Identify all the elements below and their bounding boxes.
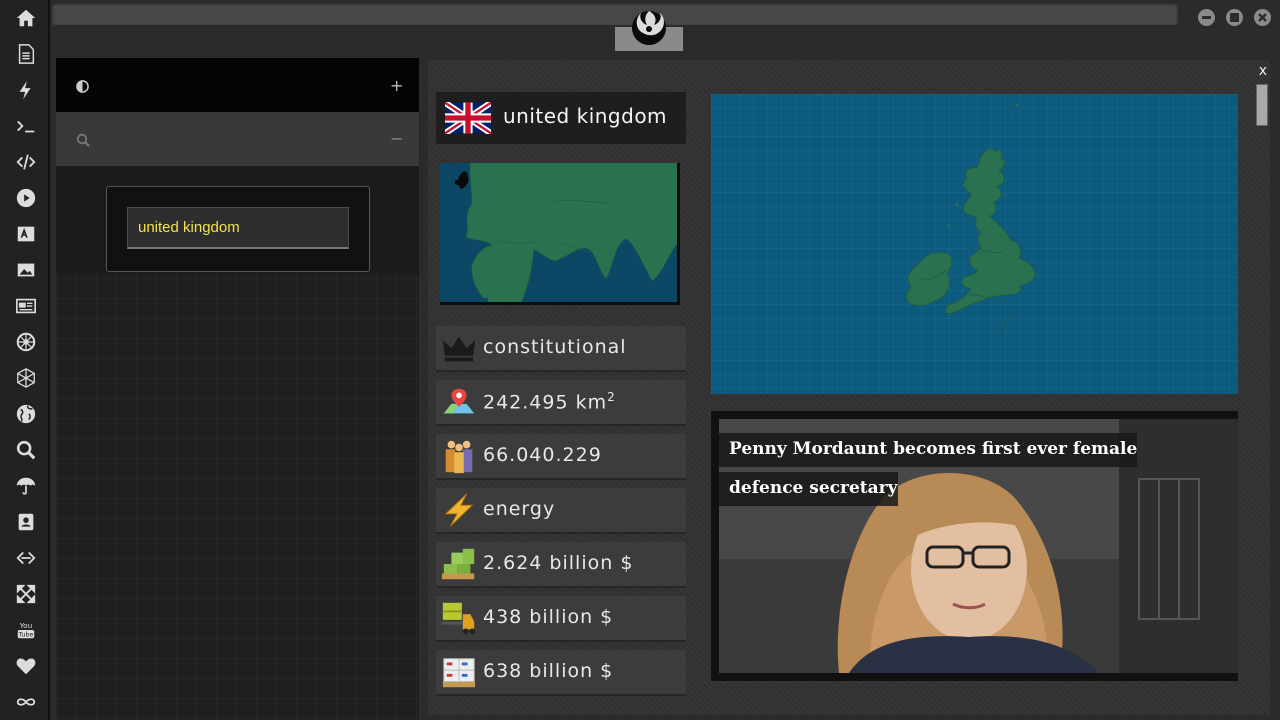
bolt-icon[interactable] xyxy=(13,77,39,103)
population-value: 66.040.229 xyxy=(483,444,602,466)
news-card[interactable]: Penny Mordaunt becomes first ever female… xyxy=(711,411,1238,681)
app-logo-tab[interactable] xyxy=(615,0,683,51)
population-stat: 66.040.229 xyxy=(436,434,686,478)
image-icon[interactable] xyxy=(13,257,39,283)
crown-icon xyxy=(442,336,476,362)
area-value: 242.495 km2 xyxy=(483,390,616,414)
add-button[interactable]: + xyxy=(390,76,403,95)
search-box: united kingdom xyxy=(106,186,370,272)
terminal-icon[interactable] xyxy=(13,113,39,139)
country-search-input[interactable]: united kingdom xyxy=(127,207,349,249)
news-headline[interactable]: Penny Mordaunt becomes first ever female… xyxy=(719,430,1139,508)
search-panel: + − united kingdom xyxy=(56,58,419,720)
country-header: united kingdom xyxy=(436,92,686,144)
home-icon[interactable] xyxy=(13,5,39,31)
contacts-icon[interactable] xyxy=(13,509,39,535)
world-map xyxy=(440,163,677,302)
boxes-icon xyxy=(442,658,476,688)
money-stack-icon xyxy=(441,548,475,580)
imports-stat: 438 billion $ xyxy=(436,596,686,640)
search-header: − xyxy=(56,112,419,166)
government-type: constitutional xyxy=(483,336,627,358)
minimize-button[interactable] xyxy=(1198,9,1215,26)
close-panel-button[interactable]: x xyxy=(1259,63,1267,79)
svg-text:You: You xyxy=(19,621,33,630)
close-window-button[interactable] xyxy=(1254,9,1271,26)
rebel-alliance-icon xyxy=(632,11,666,45)
exports-value: 638 billion $ xyxy=(483,660,614,682)
code-icon[interactable] xyxy=(13,149,39,175)
expand-icon[interactable] xyxy=(13,581,39,607)
play-icon[interactable] xyxy=(13,185,39,211)
rebel-hex-icon[interactable] xyxy=(13,365,39,391)
population-icon xyxy=(445,440,473,474)
country-map[interactable] xyxy=(711,94,1238,394)
forklift-icon xyxy=(441,602,476,635)
newspaper-icon[interactable] xyxy=(13,293,39,319)
collapse-button[interactable]: − xyxy=(390,129,403,148)
close-icon xyxy=(1258,13,1267,22)
app-sidebar: You Tube xyxy=(0,0,50,720)
infinity-icon[interactable] xyxy=(13,689,39,715)
government-stat: constitutional xyxy=(436,326,686,370)
scrollbar[interactable] xyxy=(1256,84,1268,126)
uk-map xyxy=(906,103,1036,345)
top-bar xyxy=(52,0,1280,51)
search-icon[interactable] xyxy=(76,133,90,147)
exports-stat: 638 billion $ xyxy=(436,650,686,694)
map-pin-icon xyxy=(443,388,475,414)
globe-icon[interactable] xyxy=(13,401,39,427)
sector-value: energy xyxy=(483,498,556,520)
gdp-stat: 2.624 billion $ xyxy=(436,542,686,586)
svg-text:Tube: Tube xyxy=(17,630,33,638)
country-name: united kingdom xyxy=(503,104,668,128)
embed-icon[interactable] xyxy=(13,545,39,571)
search-icon[interactable] xyxy=(13,437,39,463)
heart-icon[interactable] xyxy=(13,653,39,679)
contrast-icon[interactable] xyxy=(76,80,89,93)
panel-header: + xyxy=(56,58,419,112)
sector-stat: energy xyxy=(436,488,686,532)
document-icon[interactable] xyxy=(13,41,39,67)
energy-icon xyxy=(444,493,474,527)
area-stat: 242.495 km2 xyxy=(436,380,686,424)
world-minimap[interactable] xyxy=(440,163,680,305)
gdp-value: 2.624 billion $ xyxy=(483,552,634,574)
imports-value: 438 billion $ xyxy=(483,606,614,628)
empire-icon[interactable] xyxy=(13,329,39,355)
youtube-icon[interactable]: You Tube xyxy=(13,617,39,643)
maximize-button[interactable] xyxy=(1226,9,1243,26)
uk-flag-icon xyxy=(445,102,491,134)
umbrella-icon[interactable] xyxy=(13,473,39,499)
country-info-panel: x united kingdom constitutional 242.495 … xyxy=(428,60,1270,715)
translate-icon[interactable] xyxy=(13,221,39,247)
